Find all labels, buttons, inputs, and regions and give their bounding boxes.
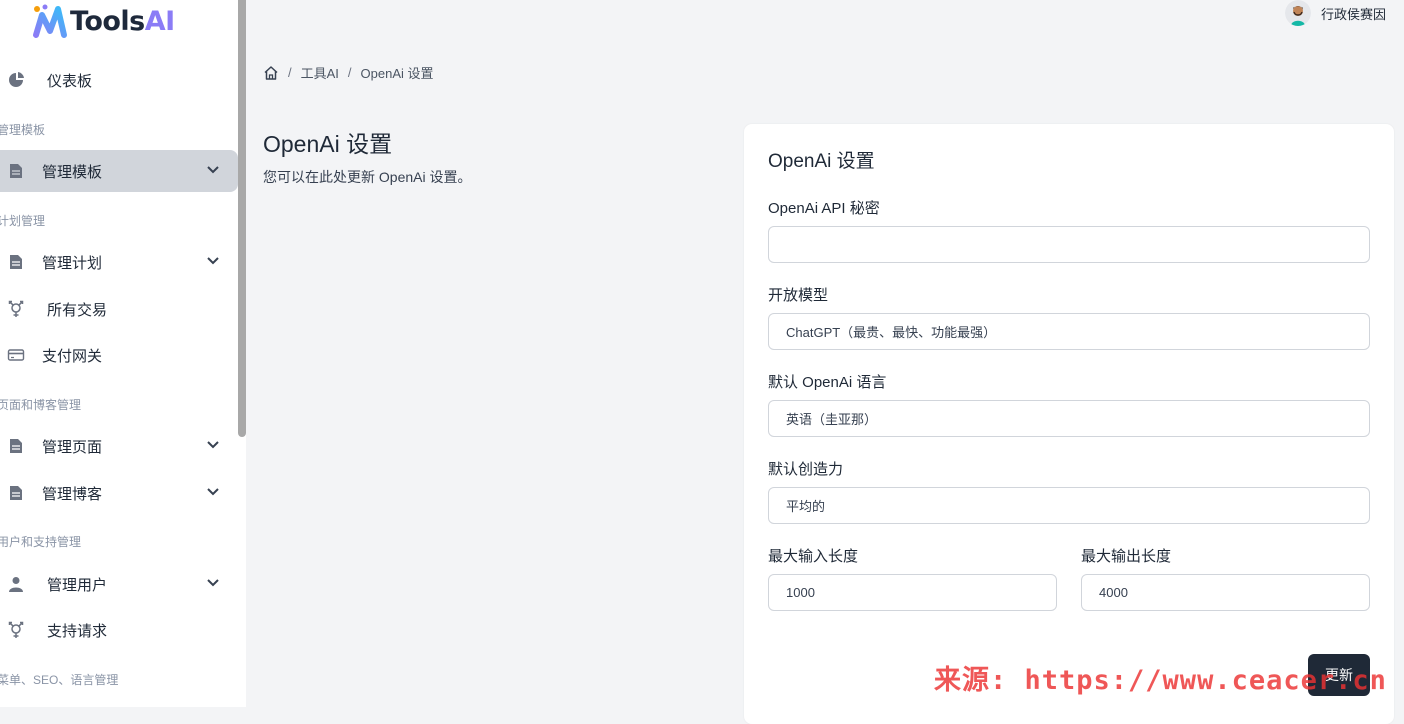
sidebar-item-label: 支持请求 [47,622,108,640]
page-title: OpenAi 设置 [263,131,393,157]
sidebar-item-label: 管理博客 [42,485,103,503]
model-label: 开放模型 [768,287,829,304]
api-key-label: OpenAi API 秘密 [768,200,880,217]
creativity-select[interactable] [768,487,1370,524]
sidebar-item-manage-plans[interactable]: 管理计划 [0,241,238,283]
credit-card-icon [7,349,25,361]
logo-text: ToolsAI [70,5,175,37]
sidebar-item-label: 管理用户 [47,576,108,594]
sidebar-section-title: 页面和博客管理 [0,398,82,412]
openai-settings-card: OpenAi 设置 OpenAi API 秘密 开放模型 默认 OpenAi 语… [744,124,1394,724]
card-title: OpenAi 设置 [768,151,875,172]
max-output-field[interactable] [1081,574,1370,611]
sidebar-item-manage-templates[interactable]: 管理模板 [0,150,238,192]
sidebar-section-title: 管理模板 [0,123,46,137]
document-icon [10,255,22,269]
user-icon [9,577,23,592]
creativity-label: 默认创造力 [768,461,844,478]
sidebar-item-label: 管理模板 [42,163,103,181]
user-menu[interactable]: 行政侯赛因 [1284,0,1386,26]
sidebar: ToolsAI 仪表板 管理模板 管理模板 计划管理 管理计划 所有交易 支付网… [0,0,238,707]
language-label: 默认 OpenAi 语言 [768,374,887,391]
page-description: 您可以在此处更新 OpenAi 设置。 [263,169,472,185]
breadcrumb: / 工具AI / OpenAi 设置 [263,63,434,82]
model-select[interactable] [768,313,1370,350]
max-input-label: 最大输入长度 [768,548,859,565]
sidebar-item-manage-users[interactable]: 管理用户 [0,563,238,605]
chevron-down-icon [207,488,219,496]
avatar [1284,0,1311,26]
chevron-down-icon [207,579,219,587]
chevron-down-icon [207,441,219,449]
api-key-input[interactable] [768,226,1370,263]
watermark-text: 来源: https://www.ceacer.cn [934,665,1387,696]
sidebar-item-all-transactions[interactable]: 所有交易 [0,288,238,330]
sidebar-section-title: 用户和支持管理 [0,535,82,549]
sidebar-item-label: 管理计划 [42,254,103,272]
breadcrumb-separator: / [347,65,352,80]
sidebar-item-manage-blogs[interactable]: 管理博客 [0,472,238,514]
sidebar-section-title: 菜单、SEO、语言管理 [0,673,119,687]
document-icon [10,486,22,500]
max-input-field[interactable] [768,574,1057,611]
chevron-down-icon [207,257,219,265]
sidebar-item-support-requests[interactable]: 支持请求 [0,609,238,651]
sidebar-item-label: 所有交易 [47,301,108,319]
logo-mark-icon [33,4,67,38]
sidebar-item-manage-pages[interactable]: 管理页面 [0,425,238,467]
sidebar-item-label: 仪表板 [47,72,93,90]
sidebar-item-label: 管理页面 [42,438,103,456]
document-icon [10,164,22,178]
sidebar-item-label: 支付网关 [42,347,103,365]
language-select[interactable] [768,400,1370,437]
pie-chart-icon [9,72,24,87]
breadcrumb-separator: / [288,65,292,80]
breadcrumb-item-tools-ai[interactable]: 工具AI [301,63,339,82]
transgender-icon [8,621,24,638]
sidebar-item-dashboard[interactable]: 仪表板 [0,59,238,101]
document-icon [10,439,22,453]
user-name: 行政侯赛因 [1320,6,1386,22]
breadcrumb-item-current: OpenAi 设置 [360,66,434,81]
transgender-icon [8,300,24,317]
home-icon[interactable] [263,65,279,81]
sidebar-item-payment-gateway[interactable]: 支付网关 [0,334,238,376]
sidebar-scrollbar-thumb[interactable] [238,0,246,437]
chevron-down-icon [207,166,219,174]
max-output-label: 最大输出长度 [1081,548,1172,565]
app-logo[interactable]: ToolsAI [32,2,175,40]
sidebar-section-title: 计划管理 [0,214,46,228]
